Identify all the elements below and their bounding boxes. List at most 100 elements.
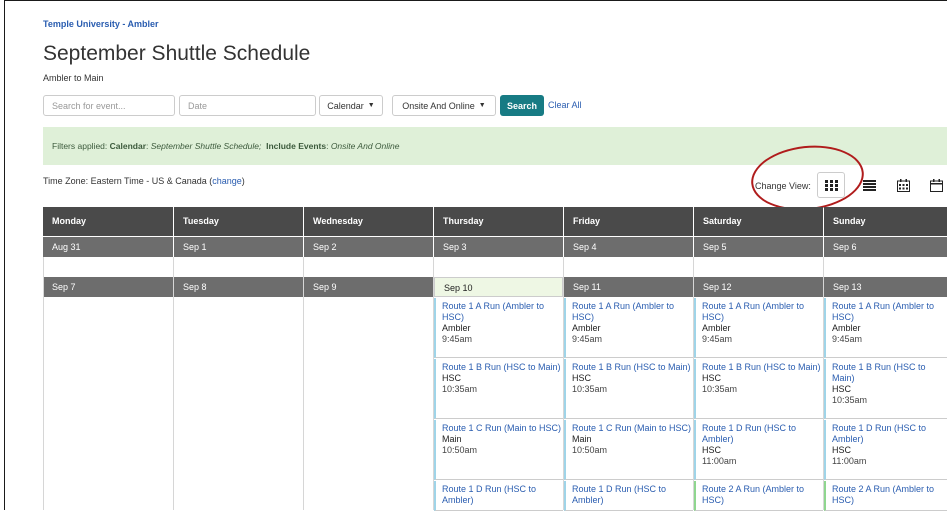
event-title[interactable]: Route 1 B Run (HSC to Main): [572, 362, 693, 373]
calendar-month-icon: [896, 178, 910, 192]
date-cell[interactable]: Sep 7: [43, 277, 173, 297]
timezone-text: Time Zone: Eastern Time - US & Canada (: [43, 176, 213, 186]
event-location: HSC: [702, 445, 722, 455]
date-cell[interactable]: Sep 1: [174, 237, 303, 257]
week-1-date-row: Aug 31 Sep 1 Sep 2 Sep 3 Sep 4 Sep 5 Sep…: [43, 237, 947, 257]
event-title[interactable]: Route 1 D Run (HSC to Ambler): [572, 484, 693, 506]
event-card[interactable]: Route 1 B Run (HSC to Main) HSC 10:35am: [434, 359, 563, 419]
event-card[interactable]: Route 1 D Run (HSC to Ambler) HSC 11:00a…: [694, 420, 823, 480]
date-cell[interactable]: Sep 6: [824, 237, 947, 257]
date-cell-today[interactable]: Sep 10: [434, 277, 563, 297]
event-time: 11:00am: [832, 456, 867, 466]
weekday-header-friday: Friday: [564, 207, 693, 236]
date-cell[interactable]: Sep 4: [564, 237, 693, 257]
calendar-week-icon: [929, 178, 943, 192]
event-time: 9:45am: [442, 334, 473, 344]
event-time: 10:35am: [572, 384, 608, 394]
date-cell[interactable]: Sep 11: [564, 277, 693, 297]
filter-events-value: Onsite And Online: [330, 141, 400, 151]
weekday-header-tuesday: Tuesday: [174, 207, 303, 236]
event-title[interactable]: Route 1 A Run (Ambler to HSC): [442, 301, 563, 323]
event-time: 10:50am: [572, 445, 608, 455]
event-title[interactable]: Route 1 B Run (HSC to Main): [832, 362, 947, 384]
event-title[interactable]: Route 1 A Run (Ambler to HSC): [572, 301, 693, 323]
event-title[interactable]: Route 1 D Run (HSC to Ambler): [702, 423, 823, 445]
page-subtitle: Ambler to Main: [43, 73, 104, 83]
search-input[interactable]: [43, 95, 175, 116]
event-title[interactable]: Route 1 A Run (Ambler to HSC): [702, 301, 823, 323]
timezone-change-link[interactable]: change: [212, 176, 242, 186]
filters-prefix: Filters applied:: [52, 141, 108, 151]
date-cell[interactable]: Sep 2: [304, 237, 433, 257]
event-title[interactable]: Route 1 C Run (Main to HSC): [442, 423, 563, 434]
weekday-header-wednesday: Wednesday: [304, 207, 433, 236]
event-card[interactable]: Route 1 C Run (Main to HSC) Main 10:50am: [564, 420, 693, 480]
page-title: September Shuttle Schedule: [43, 42, 311, 65]
date-input[interactable]: [179, 95, 316, 116]
event-location: Ambler: [442, 323, 471, 333]
event-card[interactable]: Route 1 D Run (HSC to Ambler): [434, 481, 563, 511]
event-location: HSC: [572, 373, 592, 383]
date-cell[interactable]: Sep 5: [694, 237, 823, 257]
event-title[interactable]: Route 1 D Run (HSC to Ambler): [832, 423, 947, 445]
event-time: 9:45am: [572, 334, 603, 344]
event-card[interactable]: Route 1 A Run (Ambler to HSC) Ambler 9:4…: [564, 298, 693, 358]
event-card[interactable]: Route 1 A Run (Ambler to HSC) Ambler 9:4…: [694, 298, 823, 358]
event-location: HSC: [702, 373, 722, 383]
filter-events-label: Include Events: [266, 141, 327, 151]
weekday-header-sunday: Sunday: [824, 207, 947, 236]
event-card[interactable]: Route 1 B Run (HSC to Main) HSC 10:35am: [564, 359, 693, 419]
date-cell[interactable]: Aug 31: [43, 237, 173, 257]
search-button[interactable]: Search: [500, 95, 544, 116]
filter-calendar-label: Calendar: [109, 141, 147, 151]
event-card[interactable]: Route 1 A Run (Ambler to HSC) Ambler 9:4…: [824, 298, 947, 358]
event-time: 10:35am: [832, 395, 868, 405]
event-location: Main: [572, 434, 592, 444]
event-card[interactable]: Route 1 D Run (HSC to Ambler): [564, 481, 693, 511]
event-title[interactable]: Route 1 B Run (HSC to Main): [702, 362, 823, 373]
weekday-header-thursday: Thursday: [434, 207, 563, 236]
date-cell[interactable]: Sep 3: [434, 237, 563, 257]
event-location: HSC: [832, 445, 852, 455]
calendar-dropdown-label: Calendar: [327, 100, 364, 111]
event-title[interactable]: Route 1 A Run (Ambler to HSC): [832, 301, 947, 323]
event-time: 10:35am: [442, 384, 478, 394]
event-card[interactable]: Route 1 C Run (Main to HSC) Main 10:50am: [434, 420, 563, 480]
window-top-border: [4, 0, 947, 1]
event-type-dropdown[interactable]: Onsite And Online ▼: [392, 95, 496, 116]
event-time: 11:00am: [702, 456, 737, 466]
event-location: Main: [442, 434, 462, 444]
month-view-button[interactable]: [889, 172, 917, 198]
week-view-button[interactable]: [922, 172, 947, 198]
weekday-header-saturday: Saturday: [694, 207, 823, 236]
event-time: 10:35am: [702, 384, 738, 394]
calendar-dropdown[interactable]: Calendar ▼: [319, 95, 383, 116]
date-cell[interactable]: Sep 8: [174, 277, 303, 297]
event-title[interactable]: Route 2 A Run (Ambler to HSC): [832, 484, 947, 506]
clear-all-link[interactable]: Clear All: [548, 100, 582, 110]
event-card[interactable]: Route 1 D Run (HSC to Ambler) HSC 11:00a…: [824, 420, 947, 480]
event-title[interactable]: Route 1 C Run (Main to HSC): [572, 423, 693, 434]
event-card[interactable]: Route 1 A Run (Ambler to HSC) Ambler 9:4…: [434, 298, 563, 358]
caret-down-icon: ▼: [478, 102, 486, 109]
event-time: 9:45am: [702, 334, 733, 344]
event-location: Ambler: [832, 323, 861, 333]
weekday-header-monday: Monday: [43, 207, 173, 236]
column-divider: [43, 257, 44, 510]
event-card[interactable]: Route 1 B Run (HSC to Main) HSC 10:35am: [694, 359, 823, 419]
list-view-icon: [862, 179, 876, 191]
event-location: HSC: [442, 373, 462, 383]
breadcrumb-link[interactable]: Temple University - Ambler: [43, 19, 159, 29]
event-title[interactable]: Route 1 B Run (HSC to Main): [442, 362, 563, 373]
event-title[interactable]: Route 1 D Run (HSC to Ambler): [442, 484, 563, 506]
event-card[interactable]: Route 1 B Run (HSC to Main) HSC 10:35am: [824, 359, 947, 419]
event-time: 10:50am: [442, 445, 478, 455]
date-cell[interactable]: Sep 9: [304, 277, 433, 297]
event-card[interactable]: Route 2 A Run (Ambler to HSC): [694, 481, 823, 511]
event-card[interactable]: Route 2 A Run (Ambler to HSC): [824, 481, 947, 511]
event-title[interactable]: Route 2 A Run (Ambler to HSC): [702, 484, 823, 506]
column-divider: [303, 257, 304, 510]
caret-down-icon: ▼: [367, 102, 375, 109]
date-cell[interactable]: Sep 13: [824, 277, 947, 297]
date-cell[interactable]: Sep 12: [694, 277, 823, 297]
